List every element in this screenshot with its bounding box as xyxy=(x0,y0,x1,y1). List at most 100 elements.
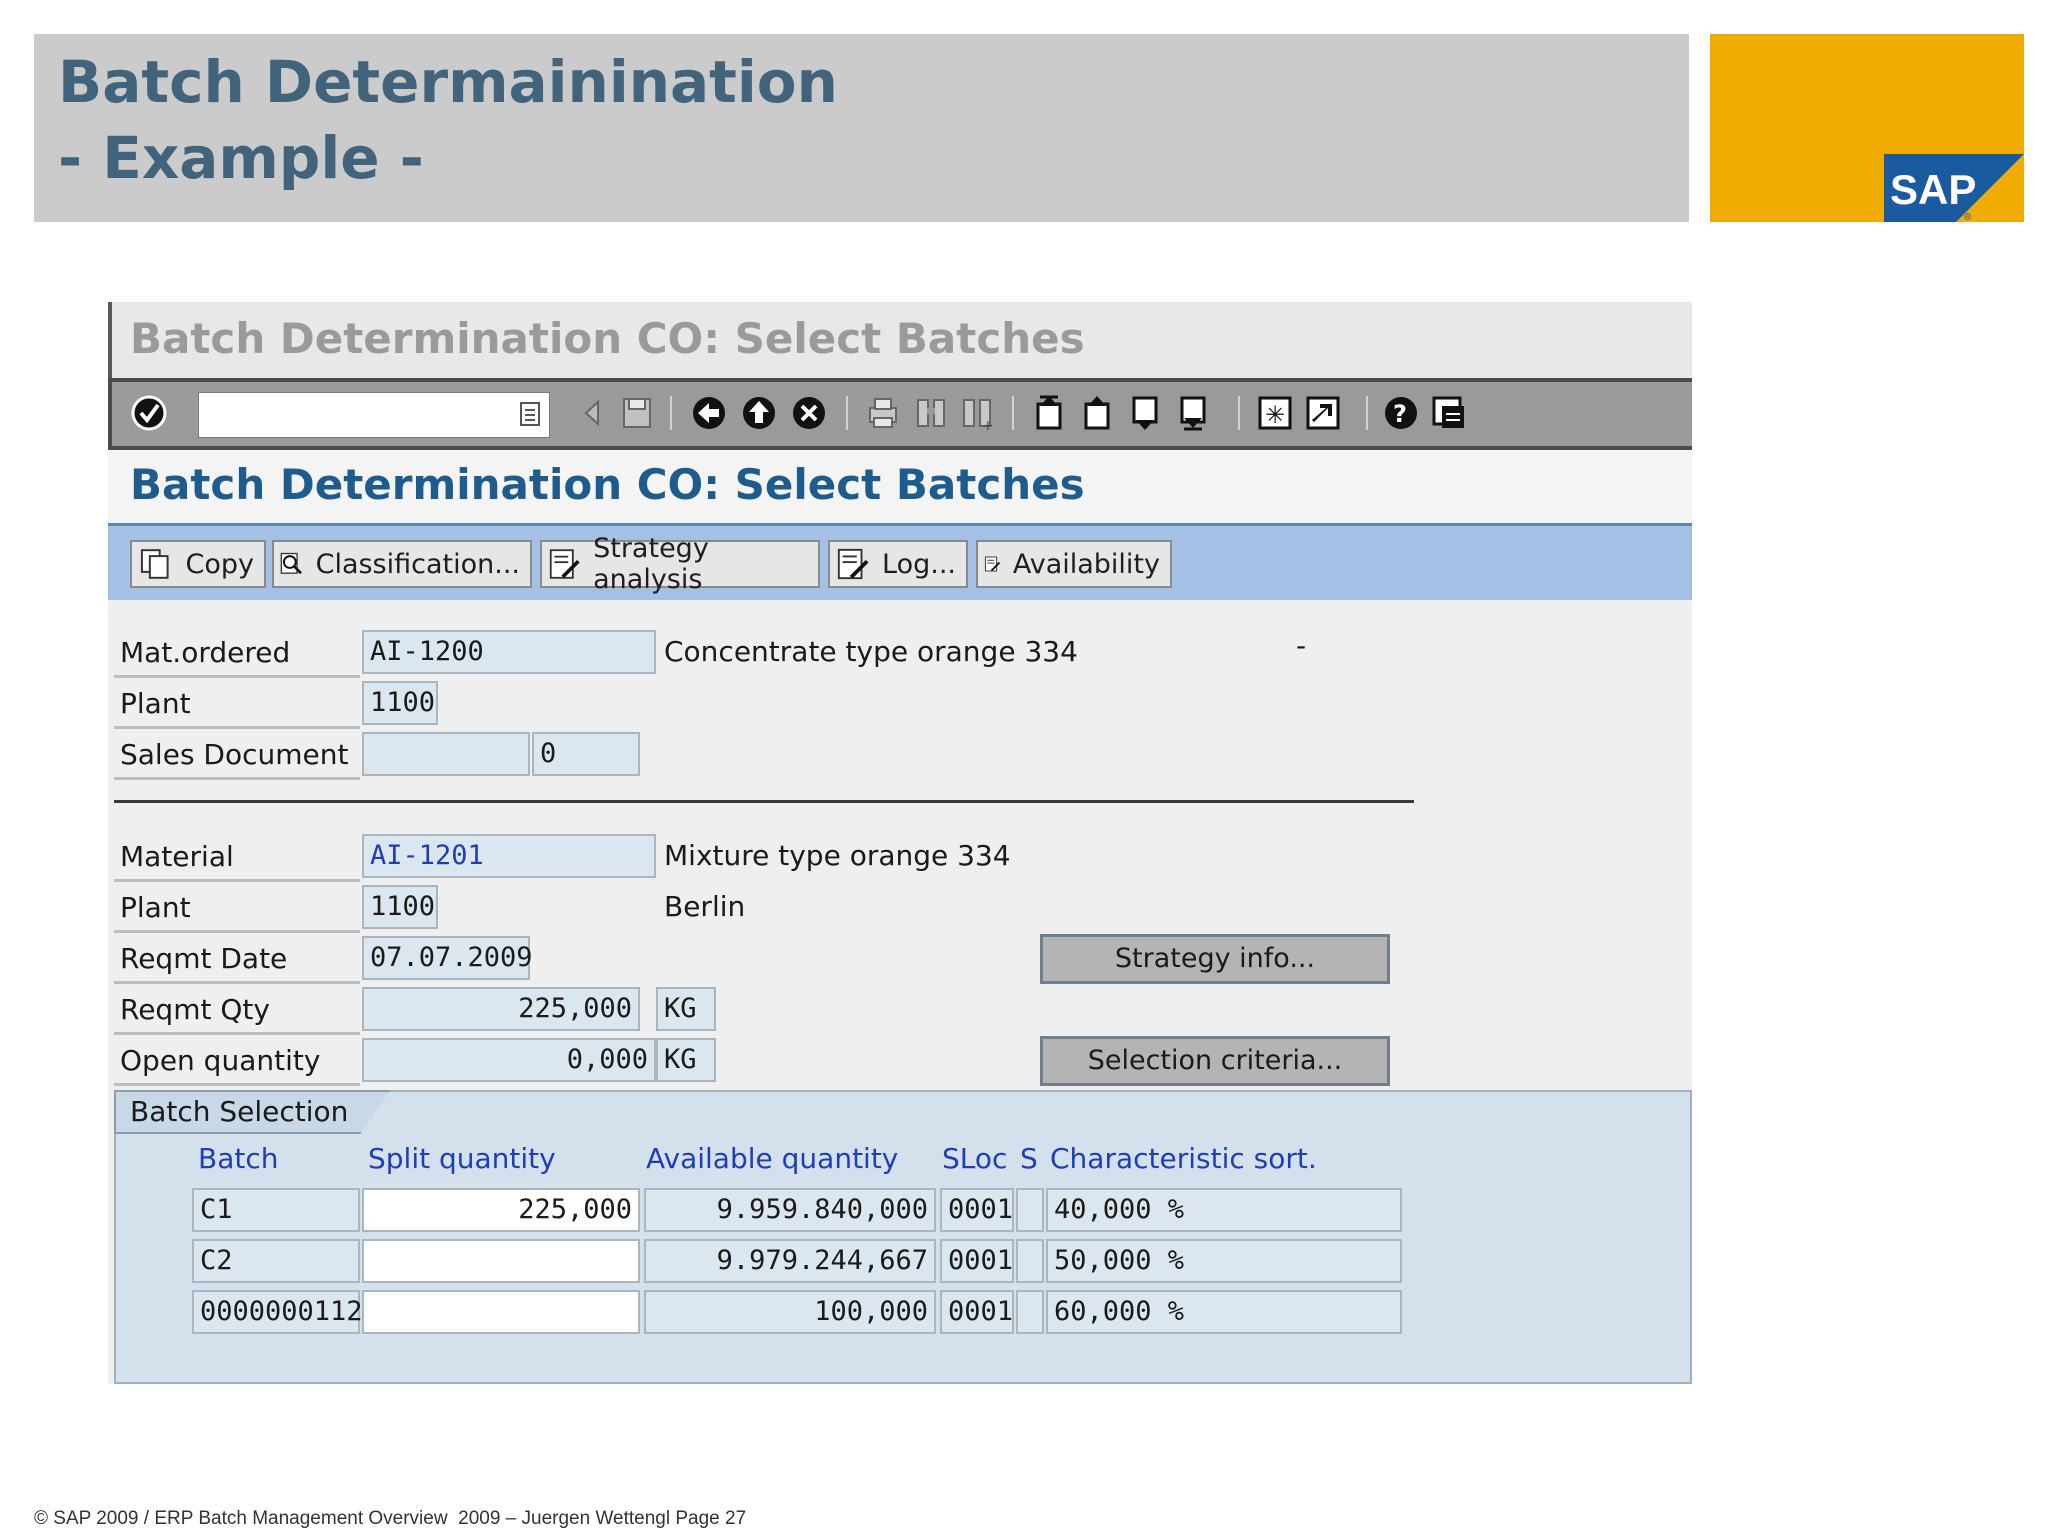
column-header-batch[interactable]: Batch xyxy=(198,1142,279,1175)
find-icon[interactable] xyxy=(912,394,950,432)
availability-button[interactable]: Availability xyxy=(976,540,1172,588)
application-toolbar: Copy Classification... Strategy analysis xyxy=(108,526,1692,600)
help-icon[interactable]: ? xyxy=(1382,394,1420,432)
toolbar-separator xyxy=(1238,396,1240,430)
strategy-analysis-button-label: Strategy analysis xyxy=(593,533,709,595)
s-cell[interactable] xyxy=(1016,1290,1044,1334)
characteristic-sort-cell[interactable]: 50,000 % xyxy=(1046,1239,1402,1283)
material-field[interactable]: AI-1201 xyxy=(362,834,656,878)
copy-icon xyxy=(140,549,169,579)
plant-description: Berlin xyxy=(664,890,746,923)
command-input[interactable] xyxy=(205,393,499,435)
available-quantity-cell[interactable]: 9.959.840,000 xyxy=(644,1188,936,1232)
back-arrow-icon[interactable] xyxy=(574,394,612,432)
column-header-split-quantity[interactable]: Split quantity xyxy=(368,1142,556,1175)
section-divider xyxy=(114,800,1414,803)
first-page-icon[interactable] xyxy=(1030,394,1068,432)
slide-footer: © SAP 2009 / ERP Batch Management Overvi… xyxy=(34,1508,747,1529)
magnifier-icon xyxy=(280,552,302,575)
layout-menu-icon[interactable] xyxy=(1430,394,1468,432)
batch-cell[interactable]: C2 xyxy=(192,1239,360,1283)
sloc-cell[interactable]: 0001 xyxy=(940,1188,1014,1232)
slide-title: Batch Determainination - Example - xyxy=(58,44,838,196)
plant-label: Plant xyxy=(114,887,360,933)
save-icon[interactable] xyxy=(618,394,656,432)
material-description: Mixture type orange 334 xyxy=(664,839,1011,872)
copy-button[interactable]: Copy xyxy=(130,540,266,588)
sap-window: Batch Determination CO: Select Batches +… xyxy=(108,302,1692,1384)
window-title-bar: Batch Determination CO: Select Batches xyxy=(108,302,1692,378)
strategy-analysis-button[interactable]: Strategy analysis xyxy=(540,533,820,595)
batch-selection-panel: Batch Selection Batch Split quantity Ava… xyxy=(114,1090,1692,1384)
screen-title: Batch Determination CO: Select Batches xyxy=(130,460,1085,509)
s-cell[interactable] xyxy=(1016,1188,1044,1232)
mat-ordered-dash: - xyxy=(1296,629,1307,662)
selection-criteria-button[interactable]: Selection criteria... xyxy=(1040,1036,1390,1086)
find-next-icon[interactable]: + xyxy=(958,394,996,432)
s-cell[interactable] xyxy=(1016,1239,1044,1283)
classification-button-label: Classification... xyxy=(315,548,520,580)
plant-field[interactable]: 1100 xyxy=(362,681,438,725)
copy-button-label: Copy xyxy=(185,548,255,580)
sloc-cell[interactable]: 0001 xyxy=(940,1239,1014,1283)
slide-title-bar: Batch Determainination - Example - xyxy=(34,34,1689,222)
screen-title-row: Batch Determination CO: Select Batches xyxy=(108,450,1692,526)
available-quantity-cell[interactable]: 9.979.244,667 xyxy=(644,1239,936,1283)
open-quantity-label: Open quantity xyxy=(114,1040,360,1086)
column-header-available-quantity[interactable]: Available quantity xyxy=(646,1142,898,1175)
cancel-icon[interactable] xyxy=(790,394,828,432)
print-icon[interactable] xyxy=(864,394,902,432)
strategy-info-button[interactable]: Strategy info... xyxy=(1040,934,1390,984)
characteristic-sort-cell[interactable]: 40,000 % xyxy=(1046,1188,1402,1232)
mat-ordered-label: Mat.ordered xyxy=(114,632,360,678)
previous-page-icon[interactable] xyxy=(1078,394,1116,432)
classification-button[interactable]: Classification... xyxy=(272,540,532,588)
batch-selection-tab[interactable]: Batch Selection xyxy=(114,1090,390,1134)
slide-title-line1: Batch Determainination xyxy=(58,48,838,116)
reqmt-date-label: Reqmt Date xyxy=(114,938,360,984)
command-field[interactable] xyxy=(198,392,550,438)
sales-document-label: Sales Document xyxy=(114,734,360,780)
exit-icon[interactable] xyxy=(740,394,778,432)
batch-cell[interactable]: C1 xyxy=(192,1188,360,1232)
document-edit-icon xyxy=(549,549,580,579)
sales-document-item-field[interactable]: 0 xyxy=(532,732,640,776)
reqmt-date-field[interactable]: 07.07.2009 xyxy=(362,936,533,980)
log-button[interactable]: Log... xyxy=(828,540,968,588)
toolbar-separator xyxy=(1012,396,1014,430)
sales-document-field[interactable] xyxy=(362,732,530,776)
column-header-s[interactable]: S xyxy=(1020,1142,1038,1175)
toolbar-separator xyxy=(1366,396,1368,430)
split-quantity-input[interactable] xyxy=(362,1290,640,1334)
mat-ordered-field[interactable]: AI-1200 xyxy=(362,630,656,674)
create-session-icon[interactable]: ✳ xyxy=(1256,394,1294,432)
back-icon[interactable] xyxy=(690,394,728,432)
svg-text:+: + xyxy=(982,418,994,432)
split-quantity-input[interactable]: 225,000 xyxy=(362,1188,640,1232)
available-quantity-cell[interactable]: 100,000 xyxy=(644,1290,936,1334)
standard-toolbar: + ✳ ? xyxy=(108,378,1692,450)
slide-title-line2: - Example - xyxy=(58,124,424,192)
characteristic-sort-cell[interactable]: 60,000 % xyxy=(1046,1290,1402,1334)
mat-ordered-description: Concentrate type orange 334 xyxy=(664,635,1078,668)
availability-button-label: Availability xyxy=(1012,548,1160,580)
toolbar-separator xyxy=(670,396,672,430)
sloc-cell[interactable]: 0001 xyxy=(940,1290,1014,1334)
reqmt-qty-unit-field[interactable]: KG xyxy=(656,987,716,1031)
enter-icon[interactable] xyxy=(130,394,168,432)
plant-field[interactable]: 1100 xyxy=(362,885,438,929)
next-page-icon[interactable] xyxy=(1126,394,1164,432)
column-header-sloc[interactable]: SLoc xyxy=(942,1142,1007,1175)
last-page-icon[interactable] xyxy=(1174,394,1212,432)
sap-logo-box: SAP ® xyxy=(1710,34,2024,222)
open-quantity-field[interactable]: 0,000 xyxy=(362,1038,656,1082)
svg-text:?: ? xyxy=(1393,400,1407,428)
open-quantity-unit-field[interactable]: KG xyxy=(656,1038,716,1082)
document-edit-icon xyxy=(984,556,1001,572)
batch-cell[interactable]: 0000000112 xyxy=(192,1290,363,1334)
split-quantity-input[interactable] xyxy=(362,1239,640,1283)
shortcut-icon[interactable] xyxy=(1304,394,1342,432)
command-dropdown-icon[interactable] xyxy=(519,401,541,427)
reqmt-qty-field[interactable]: 225,000 xyxy=(362,987,640,1031)
column-header-characteristic-sort[interactable]: Characteristic sort. xyxy=(1050,1142,1317,1175)
